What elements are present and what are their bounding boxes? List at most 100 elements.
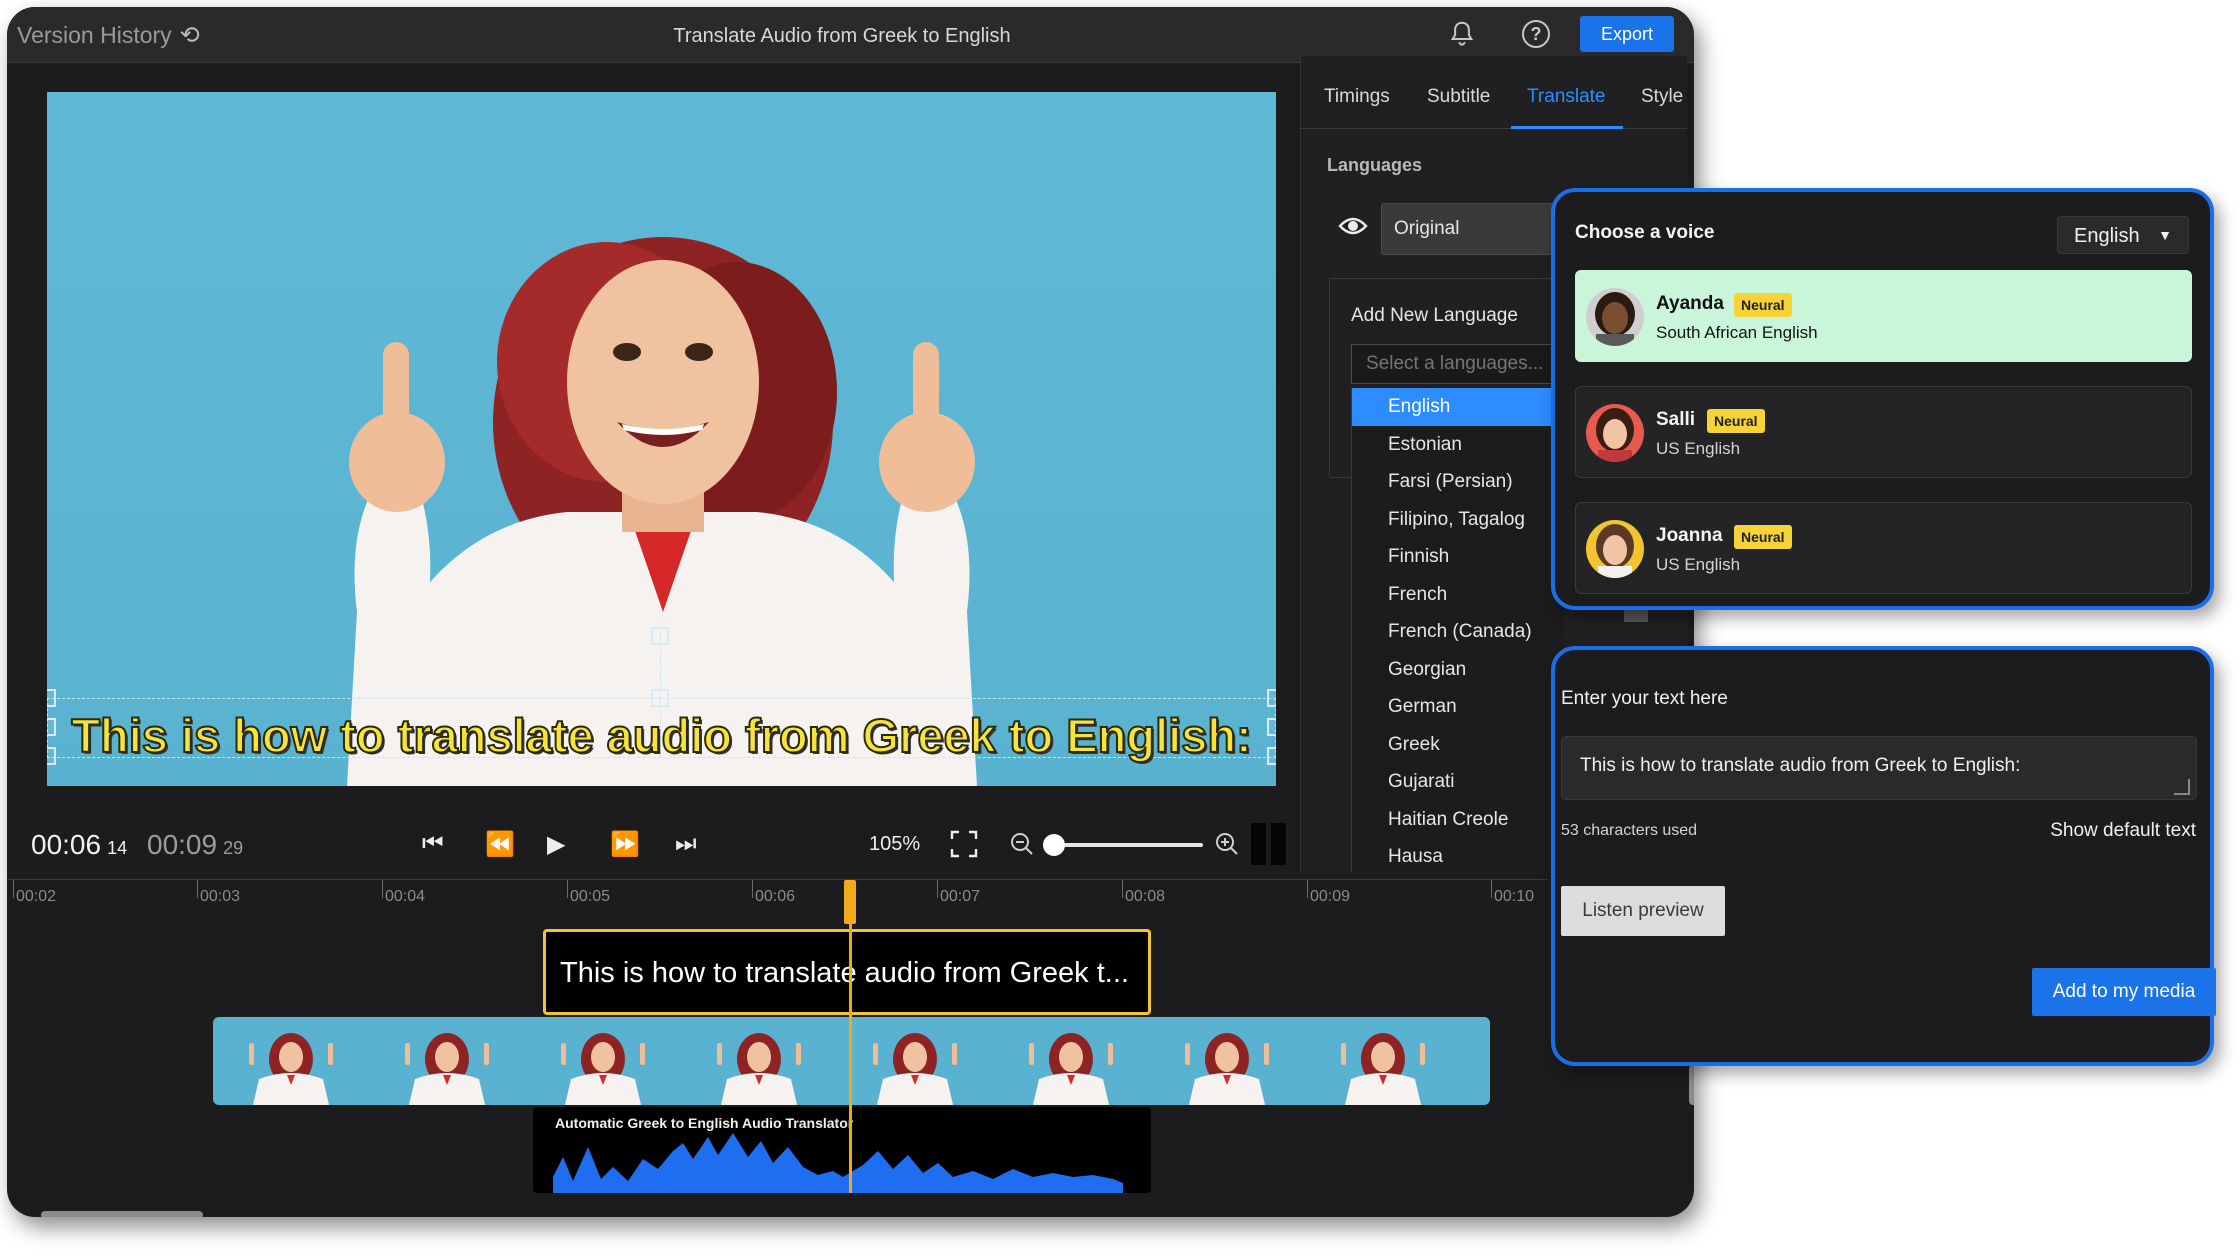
ruler-label: 00:07 [940,888,981,905]
video-thumbnail [405,1033,489,1105]
resize-handle[interactable] [1267,689,1276,707]
export-button[interactable]: Export [1580,16,1674,52]
audio-track[interactable]: Automatic Greek to English Audio Transla… [533,1107,1151,1193]
video-thumbnail [249,1033,333,1105]
rotate-handle[interactable] [651,627,669,645]
zoom-out-icon[interactable] [1009,831,1035,857]
voice-language-select[interactable]: English ▼ [2057,216,2189,254]
video-preview[interactable]: This is how to translate audio from Gree… [47,92,1276,786]
language-option[interactable]: Farsi (Persian) [1352,463,1565,501]
tab-style[interactable]: Style [1641,86,1683,108]
project-title: Translate Audio from Greek to English [673,25,1011,47]
language-option[interactable]: Georgian [1352,651,1565,689]
total-frame: 29 [223,838,244,858]
original-language-select[interactable]: Original [1381,203,1561,255]
tab-translate[interactable]: Translate [1527,86,1606,108]
audio-waveform [553,1133,1123,1193]
neural-badge: Neural [1734,525,1792,549]
ruler-label: 00:02 [16,888,57,905]
current-time-value: 00:06 [31,829,102,860]
voice-accent: US English [1656,555,1741,574]
tabs-divider [1300,128,1687,129]
enter-text-panel: Enter your text here This is how to tran… [1551,646,2216,1066]
language-option[interactable]: German [1352,688,1565,726]
help-icon[interactable]: ? [1522,20,1550,48]
video-thumbnail [1029,1033,1113,1105]
ruler-tick [13,880,14,898]
video-subtitle-text[interactable]: This is how to translate audio from Gree… [47,708,1276,763]
languages-heading: Languages [1327,155,1423,175]
ruler-label: 00:04 [385,888,426,905]
play-icon[interactable]: ▶ [547,830,565,859]
ruler-label: 00:08 [1125,888,1166,905]
choose-voice-title: Choose a voice [1575,222,1715,243]
add-language-heading: Add New Language [1351,305,1518,326]
voice-option-ayanda[interactable]: Ayanda Neural South African English [1575,270,2192,362]
neural-badge: Neural [1734,293,1792,317]
horizontal-scrollbar[interactable] [41,1211,203,1217]
language-option[interactable]: Greek [1352,726,1565,764]
tab-subtitle[interactable]: Subtitle [1427,86,1490,108]
ruler-label: 00:09 [1310,888,1351,905]
playhead-line[interactable] [849,907,852,1193]
character-count: 53 characters used [1561,822,1698,839]
ruler-label: 00:03 [200,888,241,905]
tab-timings[interactable]: Timings [1324,86,1390,108]
resize-grip-icon[interactable] [2174,779,2190,795]
pause-icon[interactable] [1251,823,1266,865]
bell-icon[interactable] [1447,19,1477,49]
ruler-label: 00:06 [755,888,796,905]
fullscreen-icon[interactable] [949,829,979,859]
current-time: 00:06 14 [31,829,127,861]
ruler-tick [752,880,753,898]
caret-down-icon: ▼ [2158,227,2172,243]
language-option[interactable]: Finnish [1352,538,1565,576]
zoom-percent[interactable]: 105% [869,833,920,856]
language-option[interactable]: Filipino, Tagalog [1352,501,1565,539]
listen-preview-button[interactable]: Listen preview [1561,886,1725,936]
language-option[interactable]: Estonian [1352,426,1565,464]
video-thumbnail [1185,1033,1269,1105]
language-option[interactable]: English [1352,388,1565,426]
voice-option-joanna[interactable]: Joanna Neural US English [1575,502,2192,594]
voice-name: Salli [1656,409,1696,430]
choose-voice-panel: Choose a voice English ▼ Ayanda Neural S… [1551,188,2214,610]
fast-forward-icon[interactable]: ⏩ [610,830,640,859]
language-option[interactable]: Hausa [1352,838,1565,872]
skip-to-end-icon[interactable]: ⏭ [675,830,697,858]
timeline-ruler[interactable]: 00:02 00:03 00:04 00:05 00:06 00:07 00:0… [7,879,1547,909]
language-option[interactable]: French [1352,576,1565,614]
voice-option-salli[interactable]: Salli Neural US English [1575,386,2192,478]
avatar [1586,288,1644,346]
subtitle-clip[interactable]: This is how to translate audio from Gree… [543,929,1151,1015]
vertical-scrollbar[interactable] [1689,1065,1694,1105]
zoom-slider-handle[interactable] [1043,834,1065,856]
screenshot-root: Version History ⟲ Translate Audio from G… [0,0,2240,1260]
language-option[interactable]: Haitian Creole [1352,801,1565,839]
language-option[interactable]: French (Canada) [1352,613,1565,651]
ruler-tick [197,880,198,898]
language-dropdown-list[interactable]: English Estonian Farsi (Persian) Filipin… [1351,388,1565,872]
resize-handle[interactable] [47,689,56,707]
ruler-tick [1491,880,1492,898]
voice-accent: US English [1656,439,1741,458]
ruler-tick [1122,880,1123,898]
avatar [1586,520,1644,578]
skip-to-start-icon[interactable]: ⏮ [422,830,444,858]
add-to-my-media-button[interactable]: Add to my media [2032,968,2216,1016]
video-thumbnail [873,1033,957,1105]
language-search-input[interactable] [1351,344,1561,384]
zoom-slider[interactable] [1053,843,1203,847]
text-input-area[interactable]: This is how to translate audio from Gree… [1561,736,2197,800]
resize-handle[interactable] [651,689,669,707]
active-tab-indicator [1511,126,1623,129]
zoom-in-icon[interactable] [1214,831,1240,857]
show-default-text-link[interactable]: Show default text [2050,820,2196,842]
total-time: 00:09 29 [147,829,243,861]
current-frame: 14 [107,838,128,858]
eye-icon[interactable] [1338,215,1368,244]
pause-icon[interactable] [1271,823,1286,865]
rewind-icon[interactable]: ⏪ [485,830,515,859]
language-option[interactable]: Gujarati [1352,763,1565,801]
ruler-tick [937,880,938,898]
